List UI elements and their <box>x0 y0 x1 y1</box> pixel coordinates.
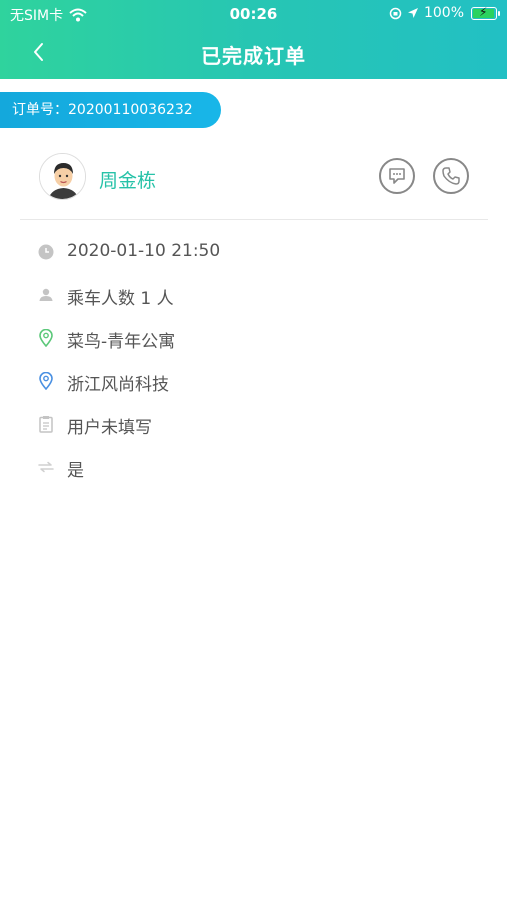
info-row-passengers: 乘车人数 1 人 <box>0 280 507 310</box>
info-row-remark: 用户未填写 <box>0 409 507 439</box>
battery-icon: ⚡ <box>471 5 500 20</box>
message-icon <box>389 168 405 184</box>
orientation-lock-icon <box>389 7 402 19</box>
remark-text: 用户未填写 <box>67 418 152 438</box>
status-right: 100% ⚡ <box>389 5 500 21</box>
end-location-icon <box>37 372 55 390</box>
battery-percent: 100% <box>423 5 464 21</box>
destination-location: 浙江风尚科技 <box>67 375 169 395</box>
location-arrow-icon <box>407 8 418 18</box>
message-button[interactable] <box>379 158 415 194</box>
order-number-badge: 订单号：20200110036232 <box>0 92 221 128</box>
clock-icon <box>37 243 55 261</box>
user-name[interactable]: 周金栋 <box>99 166 156 193</box>
navbar: 已完成订单 <box>0 30 507 74</box>
status-bar: 无SIM卡 00:26 100% ⚡ <box>0 0 507 28</box>
flag-text: 是 <box>67 461 84 481</box>
info-row-flag: 是 <box>0 452 507 482</box>
person-icon <box>37 286 55 304</box>
order-datetime: 2020-01-10 21:50 <box>67 241 221 261</box>
info-row-datetime: 2020-01-10 21:50 <box>0 237 507 267</box>
page-title: 已完成订单 <box>201 44 306 68</box>
start-location-icon <box>37 329 55 347</box>
share-icon <box>37 458 55 476</box>
passenger-count: 乘车人数 1 人 <box>67 289 174 309</box>
avatar[interactable] <box>39 153 86 200</box>
phone-icon <box>442 167 460 185</box>
note-icon <box>37 415 55 433</box>
info-row-destination: 浙江风尚科技 <box>0 366 507 396</box>
start-location: 菜鸟-青年公寓 <box>67 332 176 352</box>
divider <box>20 219 488 220</box>
header: 无SIM卡 00:26 100% ⚡ 已完成订单 <box>0 0 507 79</box>
user-row: 周金栋 <box>0 150 507 205</box>
info-row-start: 菜鸟-青年公寓 <box>0 323 507 353</box>
avatar-icon <box>40 154 85 199</box>
call-button[interactable] <box>433 158 469 194</box>
